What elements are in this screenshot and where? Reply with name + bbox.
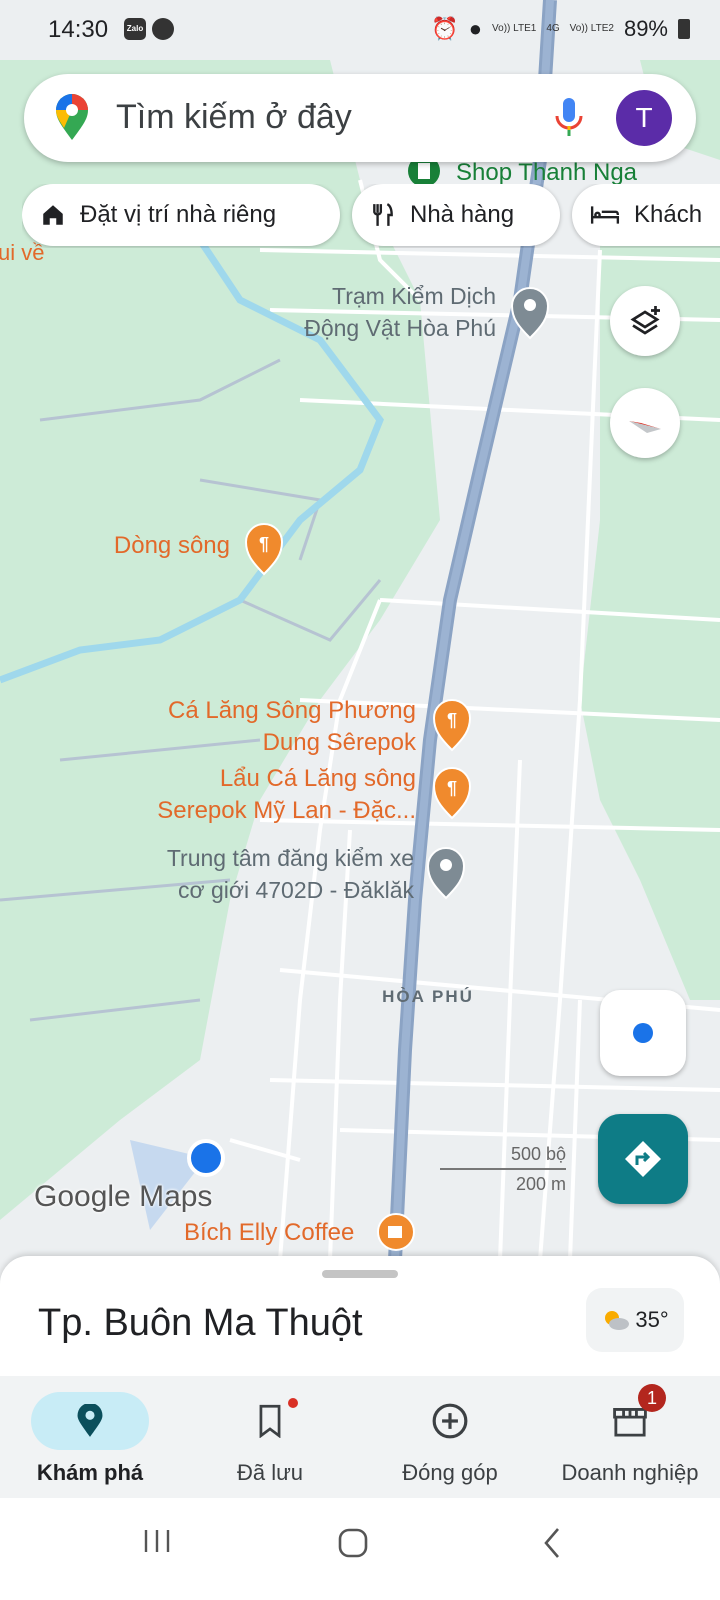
- poi-label: Dòng sông: [114, 532, 230, 559]
- nav-business[interactable]: 1 Doanh nghiệp: [540, 1376, 720, 1498]
- district-label: HÒA PHÚ: [382, 987, 474, 1006]
- poi-label-line2: Dung Sêrepok: [263, 729, 417, 756]
- scale-line: [440, 1168, 566, 1170]
- location-sheet[interactable]: Tp. Buôn Ma Thuột 35°: [0, 1256, 720, 1376]
- chip-label: Nhà hàng: [410, 201, 515, 228]
- nav-saved[interactable]: Đã lưu: [180, 1376, 360, 1498]
- weather-chip[interactable]: 35°: [586, 1288, 684, 1352]
- search-bar[interactable]: Tìm kiếm ở đây T: [24, 74, 696, 162]
- chip-label: Khách: [634, 201, 703, 228]
- poi-label: Shop Thanh Nga: [456, 159, 638, 186]
- city-name: Tp. Buôn Ma Thuột: [38, 1302, 363, 1344]
- scale-meters: 200 m: [515, 1174, 566, 1194]
- svg-text:¶: ¶: [259, 534, 269, 554]
- nav-label: Đóng góp: [402, 1460, 498, 1485]
- poi-label-line2: Động Vật Hòa Phú: [304, 315, 496, 341]
- notification-dot: [288, 1398, 298, 1408]
- poi-label-line1: Cá Lăng Sông Phương: [168, 697, 416, 724]
- add-circle-icon: [432, 1403, 468, 1439]
- sim2-signal: Vo)) LTE2: [569, 23, 614, 34]
- poi-label-line1: Trạm Kiểm Dịch: [332, 283, 496, 309]
- battery-percent: 89%: [623, 16, 668, 41]
- messenger-icon: [152, 18, 174, 40]
- microphone-icon[interactable]: [554, 96, 584, 145]
- home-square-icon: [338, 1528, 368, 1558]
- notification-badge: 1: [638, 1384, 666, 1412]
- home-icon: [43, 205, 63, 225]
- google-maps-logo: Google Maps: [34, 1180, 213, 1213]
- scale-feet: 500 bộ: [510, 1144, 566, 1164]
- compass-button[interactable]: [610, 388, 680, 458]
- poi-label-line1: Lẩu Cá Lăng sông: [220, 765, 416, 792]
- account-avatar[interactable]: T: [616, 90, 672, 146]
- location-icon: ●: [468, 16, 483, 41]
- category-chips: Đặt vị trí nhà riêng Nhà hàng Khách: [22, 184, 720, 248]
- bookmark-icon: [259, 1404, 281, 1438]
- chip-set-home[interactable]: Đặt vị trí nhà riêng: [22, 184, 340, 246]
- alarm-icon: ⏰: [431, 16, 459, 41]
- poi-label-line2: cơ giới 4702D - Đăklăk: [178, 877, 414, 903]
- my-location-icon: [633, 1023, 653, 1043]
- sheet-drag-handle[interactable]: [322, 1270, 398, 1278]
- nav-label: Doanh nghiệp: [561, 1460, 699, 1485]
- directions-button[interactable]: [598, 1114, 688, 1204]
- hotel-icon: [590, 206, 620, 224]
- poi-label: Bích Elly Coffee: [184, 1219, 354, 1246]
- nav-contribute[interactable]: Đóng góp: [360, 1376, 540, 1498]
- svg-text:¶: ¶: [447, 778, 457, 798]
- poi-label-line2: Serepok Mỹ Lan - Đặc...: [157, 797, 416, 824]
- status-right: ⏰ ● Vo)) LTE1 4G Vo)) LTE2 89%: [431, 16, 690, 42]
- partly-sunny-icon: [605, 1311, 630, 1330]
- system-navigation-bar: [0, 1498, 720, 1600]
- home-button[interactable]: [336, 1526, 370, 1565]
- directions-icon: [625, 1141, 661, 1177]
- status-time: 14:30: [48, 16, 109, 43]
- nav-label: Khám phá: [36, 1460, 144, 1485]
- recent-apps-button[interactable]: [142, 1526, 172, 1561]
- search-input[interactable]: Tìm kiếm ở đây: [116, 98, 352, 137]
- chip-hotels[interactable]: Khách: [572, 184, 720, 246]
- bottom-navigation: Khám phá Đã lưu Đóng góp 1 Doanh nghiệp: [0, 1376, 720, 1498]
- my-location-button[interactable]: [600, 990, 686, 1076]
- temperature: 35°: [635, 1307, 669, 1332]
- google-maps-pin-icon: [54, 94, 90, 147]
- poi-label-line1: Trung tâm đăng kiểm xe: [167, 845, 414, 871]
- explore-pin-icon: [77, 1404, 103, 1437]
- compass-icon: [629, 421, 661, 433]
- restaurant-icon: [373, 203, 393, 226]
- sim1-signal: Vo)) LTE1: [492, 23, 537, 34]
- chip-label: Đặt vị trí nhà riêng: [80, 201, 277, 228]
- back-chevron-icon: [544, 1528, 559, 1558]
- battery-icon: [678, 19, 690, 39]
- map-scale: 500 bộ 200 m: [440, 1144, 568, 1194]
- network-type: 4G: [546, 23, 560, 34]
- zalo-icon: Zalo: [124, 18, 146, 40]
- layers-icon: [630, 306, 660, 335]
- recent-apps-icon: [144, 1530, 170, 1552]
- nav-explore[interactable]: Khám phá: [0, 1376, 180, 1498]
- chip-restaurants[interactable]: Nhà hàng: [352, 184, 560, 246]
- svg-text:¶: ¶: [447, 710, 457, 730]
- status-bar: 14:30 Zalo ⏰ ● Vo)) LTE1 4G Vo)) LTE2 89…: [0, 0, 720, 60]
- nav-label: Đã lưu: [236, 1460, 304, 1485]
- layers-button[interactable]: [610, 286, 680, 356]
- back-button[interactable]: [540, 1526, 564, 1565]
